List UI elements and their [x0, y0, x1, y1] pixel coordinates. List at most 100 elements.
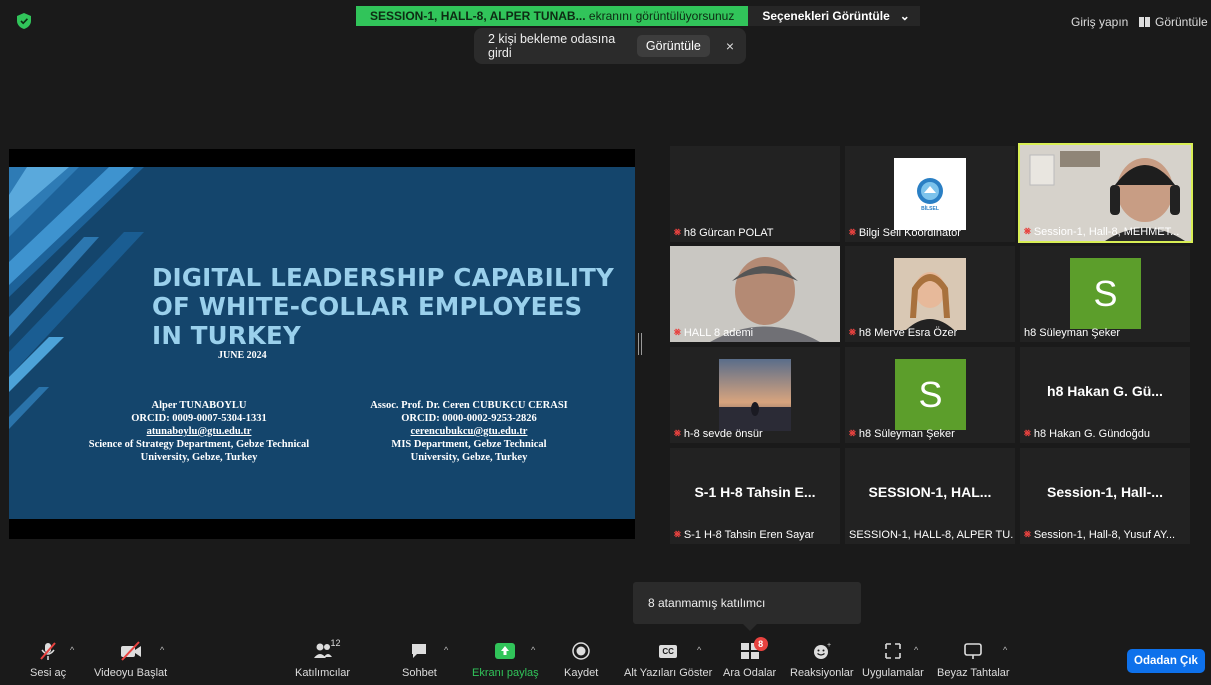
chevron-up-icon[interactable]: ^	[914, 645, 918, 655]
participant-tile[interactable]: S ⨳ h8 Süleyman Şeker	[845, 347, 1015, 443]
participant-avatar: S	[1070, 258, 1141, 329]
record-icon	[572, 641, 590, 661]
participant-tile[interactable]: Session-1, Hall-... ⨳ Session-1, Hall-8, …	[1020, 448, 1190, 544]
presentation-slide: DIGITAL LEADERSHIP CAPABILITY OF WHITE-C…	[9, 167, 635, 519]
participant-tile[interactable]: h8 Hakan G. Gü... ⨳ h8 Hakan G. Gündoğdu	[1020, 347, 1190, 443]
mic-muted-icon: ⨳	[674, 528, 681, 540]
screen-share-banner: SESSION-1, HALL-8, ALPER TUNAB... ekranı…	[356, 6, 920, 26]
shared-screen: DIGITAL LEADERSHIP CAPABILITY OF WHITE-C…	[9, 149, 635, 539]
logo-text: BİLSEL	[921, 206, 939, 212]
waiting-room-notification: 2 kişi bekleme odasına girdi Görüntüle ×	[474, 28, 746, 64]
participant-name: ⨳ h8 Hakan G. Gündoğdu	[1024, 427, 1150, 440]
encryption-shield-icon[interactable]	[17, 13, 31, 29]
slide-title: DIGITAL LEADERSHIP CAPABILITY OF WHITE-C…	[152, 263, 614, 350]
participant-name-text: h-8 sevde önsür	[683, 427, 763, 440]
participant-name-text: h8 Merve Esra Özer	[858, 326, 958, 339]
view-button[interactable]: Görüntüle	[1139, 15, 1208, 29]
unmute-button[interactable]: Sesi aç	[30, 641, 66, 679]
author-1-dept-line-2: University, Gebze, Turkey	[140, 452, 258, 463]
participant-tile[interactable]: S h8 Süleyman Şeker	[1020, 246, 1190, 342]
view-options-label: Seçenekleri Görüntüle	[762, 9, 890, 23]
mic-muted-icon: ⨳	[849, 427, 856, 439]
reactions-button[interactable]: + Reaksiyonlar	[790, 641, 854, 679]
author-2-dept-line-2: University, Gebze, Turkey	[410, 452, 528, 463]
waiting-room-view-button[interactable]: Görüntüle	[636, 35, 710, 57]
participant-big-name: Session-1, Hall-...	[1047, 484, 1163, 500]
chevron-up-icon[interactable]: ^	[1003, 645, 1007, 655]
chevron-up-icon[interactable]: ^	[444, 645, 448, 655]
mic-muted-icon: ⨳	[674, 226, 681, 238]
participant-tile-active-speaker[interactable]: ⨳ Session-1, Hall-8, MEHMET...	[1018, 143, 1193, 243]
chevron-up-icon[interactable]: ^	[160, 645, 164, 655]
participant-name: ⨳ h-8 sevde önsür	[674, 427, 763, 440]
sharing-status: SESSION-1, HALL-8, ALPER TUNAB... ekranı…	[356, 6, 749, 26]
captions-icon: CC	[659, 641, 677, 661]
breakout-rooms-label: Ara Odalar	[723, 667, 777, 679]
author-1-block: Alper TUNABOYLU ORCID: 0009-0007-5304-13…	[59, 399, 339, 464]
unmute-label: Sesi aç	[30, 667, 67, 679]
participant-tile[interactable]: S-1 H-8 Tahsin E... ⨳ S-1 H-8 Tahsin Eren…	[670, 448, 840, 544]
captions-label: Alt Yazıları Göster	[624, 667, 713, 679]
author-2-name: Assoc. Prof. Dr. Ceren CUBUKCU CERASI	[370, 400, 568, 411]
participant-name: ⨳ HALL 8 ademi	[674, 326, 753, 339]
participant-name-text: h8 Süleyman Şeker	[1024, 327, 1120, 339]
participant-big-name: SESSION-1, HAL...	[868, 484, 992, 500]
participant-name-text: Session-1, Hall-8, Yusuf AY...	[1033, 528, 1176, 541]
chevron-up-icon[interactable]: ^	[70, 645, 74, 655]
participant-name-text: HALL 8 ademi	[683, 326, 754, 339]
author-2-dept-line-1: MIS Department, Gebze Technical	[391, 439, 547, 450]
share-screen-button[interactable]: Ekranı paylaş	[472, 641, 539, 679]
split-resize-handle[interactable]	[638, 333, 642, 355]
svg-text:+: +	[827, 642, 831, 649]
mic-muted-icon: ⨳	[1024, 528, 1031, 540]
author-1-email: atunaboylu@gtu.edu.tr	[146, 426, 252, 437]
mic-muted-icon: ⨳	[1024, 225, 1031, 237]
participant-name-text: SESSION-1, HALL-8, ALPER TU...	[849, 529, 1014, 541]
author-2-orcid: ORCID: 0000-0002-9253-2826	[401, 413, 537, 424]
zoom-meeting-window: SESSION-1, HALL-8, ALPER TUNAB... ekranı…	[0, 0, 1211, 685]
participant-name: ⨳ Bilgi Seli Koordinatör	[849, 226, 961, 239]
author-2-block: Assoc. Prof. Dr. Ceren CUBUKCU CERASI OR…	[344, 399, 594, 464]
breakout-rooms-button[interactable]: 8 Ara Odalar	[723, 637, 777, 679]
mic-muted-icon: ⨳	[849, 226, 856, 238]
breakout-tooltip: 8 atanmamış katılımcı	[633, 582, 861, 631]
participant-name: ⨳ h8 Süleyman Şeker	[849, 427, 955, 440]
breakout-rooms-icon: 8	[740, 637, 768, 661]
chevron-up-icon[interactable]: ^	[697, 645, 701, 655]
participant-big-name: S-1 H-8 Tahsin E...	[694, 484, 816, 500]
participant-tile[interactable]: ⨳ h8 Gürcan POLAT	[670, 146, 840, 242]
participant-name: h8 Süleyman Şeker	[1024, 327, 1120, 339]
participant-big-name: h8 Hakan G. Gü...	[1047, 383, 1163, 399]
participant-tile[interactable]: BİLSEL ⨳ Bilgi Seli Koordinatör	[845, 146, 1015, 242]
participant-tile[interactable]: ⨳ HALL 8 ademi	[670, 246, 840, 342]
participant-name: ⨳ Session-1, Hall-8, Yusuf AY...	[1024, 528, 1175, 541]
record-button[interactable]: Kaydet	[564, 641, 598, 679]
sharing-name: SESSION-1, HALL-8, ALPER TUNAB...	[370, 9, 586, 23]
view-label: Görüntüle	[1155, 15, 1208, 29]
participant-name-text: h8 Gürcan POLAT	[683, 226, 774, 239]
participant-name: SESSION-1, HALL-8, ALPER TU...	[849, 529, 1014, 541]
author-2-email: cerencubukcu@gtu.edu.tr	[410, 426, 528, 437]
chat-button[interactable]: Sohbet	[402, 641, 437, 679]
chevron-up-icon[interactable]: ^	[531, 645, 535, 655]
view-options-button[interactable]: Seçenekleri Görüntüle ⌄	[748, 6, 920, 26]
reactions-icon: +	[812, 641, 832, 661]
participants-count: 12	[330, 638, 341, 648]
whiteboards-button[interactable]: Beyaz Tahtalar	[937, 641, 1010, 679]
login-button[interactable]: Giriş yapın	[1071, 15, 1128, 29]
participant-name: ⨳ h8 Gürcan POLAT	[674, 226, 774, 239]
slide-date: JUNE 2024	[218, 350, 267, 361]
close-icon[interactable]: ×	[726, 38, 734, 54]
start-video-label: Videoyu Başlat	[94, 667, 168, 679]
chat-icon	[410, 641, 428, 661]
start-video-button[interactable]: Videoyu Başlat	[94, 641, 167, 679]
participant-name: ⨳ Session-1, Hall-8, MEHMET...	[1024, 225, 1179, 238]
leave-meeting-button[interactable]: Odadan Çık	[1127, 649, 1205, 673]
participant-name-text: Session-1, Hall-8, MEHMET...	[1033, 225, 1180, 238]
participant-tile[interactable]: ⨳ h8 Merve Esra Özer	[845, 246, 1015, 342]
cc-glyph: CC	[659, 644, 677, 658]
participant-tile[interactable]: ⨳ h-8 sevde önsür	[670, 347, 840, 443]
video-off-icon	[119, 641, 143, 661]
participant-tile[interactable]: SESSION-1, HAL... SESSION-1, HALL-8, ALP…	[845, 448, 1015, 544]
participants-button[interactable]: 12 Katılımcılar	[295, 638, 350, 679]
